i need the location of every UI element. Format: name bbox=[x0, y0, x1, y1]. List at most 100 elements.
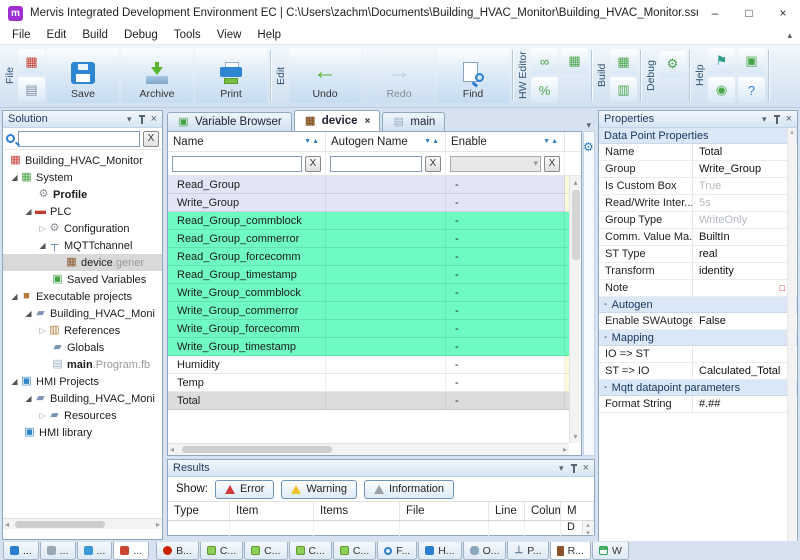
menu-help[interactable]: Help bbox=[249, 29, 289, 41]
results-menu-icon[interactable]: ▾ bbox=[559, 463, 564, 474]
tree-item-system[interactable]: ◢System bbox=[3, 169, 162, 186]
tree-item-saved-variables[interactable]: Saved Variables bbox=[3, 271, 162, 288]
tab-list-menu-icon[interactable]: ▾ bbox=[586, 120, 595, 131]
properties-vertical-scrollbar[interactable]: ▴ bbox=[787, 128, 796, 544]
bottom-tab-solution[interactable]: ... bbox=[113, 542, 149, 560]
build-chart-button[interactable]: ▥ bbox=[610, 77, 637, 102]
solution-horizontal-scrollbar[interactable]: ◂ ▸ bbox=[3, 518, 162, 529]
tree-item-solution-root[interactable]: Building_HVAC_Monitor bbox=[3, 152, 162, 169]
tree-item-exec-project[interactable]: ◢Building_HVAC_Moni bbox=[3, 305, 162, 322]
open-solution-button[interactable]: ▤ bbox=[18, 77, 45, 102]
ribbon-collapse-icon[interactable]: ▴ bbox=[787, 30, 792, 41]
expander-icon[interactable]: ◢ bbox=[23, 309, 34, 318]
table-settings-gear-icon[interactable]: ⚙ bbox=[583, 140, 594, 154]
bottom-tab-find[interactable]: F... bbox=[377, 542, 417, 560]
scroll-thumb[interactable] bbox=[15, 521, 105, 528]
tree-item-hmi-library[interactable]: HMI library bbox=[3, 424, 162, 441]
bottom-tab-c1[interactable]: C... bbox=[200, 542, 243, 560]
tree-item-hmi-projects[interactable]: ◢HMI Projects bbox=[3, 373, 162, 390]
table-row[interactable]: Write_Group_forcecomm- bbox=[168, 320, 581, 338]
hw-grid-button[interactable]: ▦ bbox=[561, 48, 588, 74]
find-button[interactable]: Find bbox=[437, 48, 509, 103]
build-solution-button[interactable]: ▦ bbox=[610, 49, 637, 74]
hw-attach-button[interactable]: ∞ bbox=[531, 48, 558, 74]
property-row-st-type[interactable]: ST Typereal bbox=[599, 246, 797, 263]
table-row[interactable]: Read_Group_timestamp- bbox=[168, 266, 581, 284]
table-row[interactable]: Write_Group_timestamp- bbox=[168, 338, 581, 356]
tab-main[interactable]: main bbox=[382, 112, 445, 131]
warning-filter-button[interactable]: Warning bbox=[281, 480, 357, 499]
property-row-st-to-io[interactable]: ST => IOCalculated_Total bbox=[599, 363, 797, 380]
tree-item-device[interactable]: device.gener bbox=[3, 254, 162, 271]
debug-start-button[interactable]: ⚙ bbox=[659, 51, 686, 77]
table-vertical-scrollbar[interactable]: ▴ ▾ bbox=[569, 176, 581, 443]
menu-view[interactable]: View bbox=[209, 29, 250, 41]
bottom-tab-h[interactable]: H... bbox=[418, 542, 461, 560]
information-filter-button[interactable]: Information bbox=[364, 480, 454, 499]
solution-pin-icon[interactable] bbox=[138, 115, 146, 124]
bottom-tab-c3[interactable]: C... bbox=[289, 542, 332, 560]
results-column-file[interactable]: File bbox=[400, 502, 489, 520]
section-mqtt-datapoint-parameters[interactable]: · Mqtt datapoint parameters - bbox=[599, 380, 797, 396]
error-filter-button[interactable]: Error bbox=[215, 480, 274, 499]
expander-icon[interactable]: ◢ bbox=[9, 377, 20, 386]
results-close-icon[interactable]: × bbox=[583, 462, 589, 474]
column-header-name[interactable]: Name▼▲ bbox=[168, 132, 326, 151]
table-row[interactable]: Temp- bbox=[168, 374, 581, 392]
results-column-column[interactable]: Colum bbox=[525, 502, 561, 520]
scroll-up-icon[interactable]: ▴ bbox=[790, 129, 794, 136]
property-row-group-type[interactable]: Group TypeWriteOnly bbox=[599, 212, 797, 229]
table-row[interactable]: Write_Group_commblock- bbox=[168, 284, 581, 302]
bottom-tab-left-1[interactable]: ... bbox=[3, 542, 39, 560]
help-updates-button[interactable]: ▣ bbox=[738, 48, 765, 74]
table-row[interactable]: Read_Group_commblock- bbox=[168, 212, 581, 230]
property-row-read-write-interval[interactable]: Read/Write Inter...5s bbox=[599, 195, 797, 212]
tree-item-executable-projects[interactable]: ◢Executable projects bbox=[3, 288, 162, 305]
scroll-left-icon[interactable]: ◂ bbox=[170, 445, 174, 454]
property-row-enable-swautogen[interactable]: Enable SWAutogenFalse bbox=[599, 313, 797, 330]
bottom-tab-watch[interactable]: W bbox=[592, 542, 629, 560]
print-button[interactable]: Print bbox=[195, 48, 267, 103]
property-row-comm-value[interactable]: Comm. Value Ma...BuiltIn bbox=[599, 229, 797, 246]
expander-icon[interactable]: ◢ bbox=[23, 394, 34, 403]
table-row[interactable]: Write_Group_commerror- bbox=[168, 302, 581, 320]
enable-filter-dropdown[interactable] bbox=[450, 156, 541, 172]
autogen-filter-clear-button[interactable]: X bbox=[425, 156, 441, 172]
bottom-tab-c2[interactable]: C... bbox=[244, 542, 287, 560]
tab-close-icon[interactable]: × bbox=[365, 116, 371, 127]
help-license-button[interactable]: ◉ bbox=[708, 77, 735, 103]
solution-search-clear-button[interactable]: X bbox=[143, 131, 159, 147]
tree-item-configuration[interactable]: ▷Configuration bbox=[3, 220, 162, 237]
solution-close-icon[interactable]: × bbox=[151, 113, 157, 125]
solution-menu-icon[interactable]: ▾ bbox=[127, 114, 132, 125]
tree-item-plc[interactable]: ◢PLC bbox=[3, 203, 162, 220]
table-row[interactable]: Read_Group_commerror- bbox=[168, 230, 581, 248]
property-row-name[interactable]: NameTotal bbox=[599, 144, 797, 161]
new-solution-button[interactable]: ▦ bbox=[18, 49, 45, 74]
solution-search-input[interactable] bbox=[18, 131, 140, 147]
results-column-m[interactable]: M bbox=[561, 502, 594, 520]
scroll-down-icon[interactable]: ▾ bbox=[586, 529, 590, 537]
name-filter-input[interactable] bbox=[172, 156, 302, 172]
table-row[interactable]: Read_Group_forcecomm- bbox=[168, 248, 581, 266]
bottom-tab-left-2[interactable]: ... bbox=[40, 542, 76, 560]
hw-percent-button[interactable]: % bbox=[531, 77, 558, 103]
section-data-point-properties[interactable]: Data Point Properties - bbox=[599, 128, 797, 144]
property-row-note[interactable]: Note□ bbox=[599, 280, 797, 297]
enable-filter-clear-button[interactable]: X bbox=[544, 156, 560, 172]
property-row-io-to-st[interactable]: IO => ST bbox=[599, 346, 797, 363]
results-column-type[interactable]: Type bbox=[168, 502, 230, 520]
table-horizontal-scrollbar[interactable]: ◂ ▸ bbox=[168, 443, 569, 455]
scroll-up-icon[interactable]: ▴ bbox=[586, 521, 590, 529]
tab-device[interactable]: device × bbox=[294, 110, 381, 131]
scroll-thumb[interactable] bbox=[182, 446, 332, 453]
bottom-tab-output[interactable]: O... bbox=[463, 542, 507, 560]
results-vertical-scrollbar[interactable]: ▴ ▾ bbox=[582, 521, 593, 534]
results-column-line[interactable]: Line bbox=[489, 502, 525, 520]
sort-icons[interactable]: ▼▲ bbox=[424, 138, 440, 145]
bottom-tab-p[interactable]: ⊥P... bbox=[507, 542, 548, 560]
bottom-tab-breakpoints[interactable]: B... bbox=[156, 542, 199, 560]
help-docs-button[interactable]: ⚑ bbox=[708, 48, 735, 74]
scroll-right-icon[interactable]: ▸ bbox=[563, 445, 567, 454]
minimize-button[interactable]: – bbox=[698, 0, 732, 26]
